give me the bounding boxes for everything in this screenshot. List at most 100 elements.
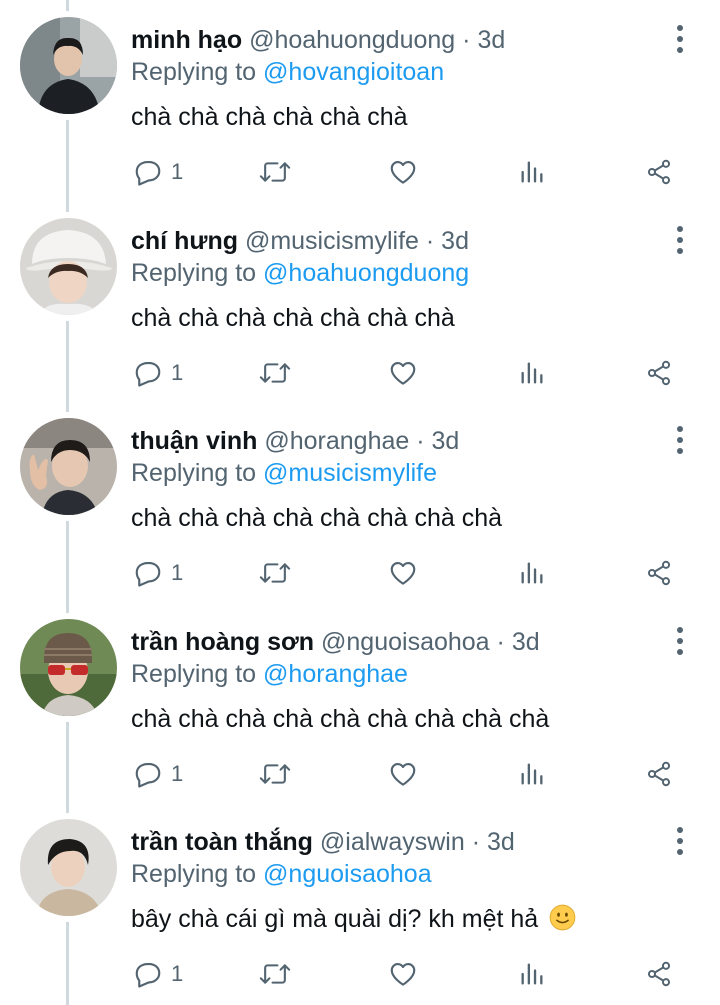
share-button[interactable] xyxy=(645,353,673,393)
reply-bubble-icon xyxy=(135,762,161,788)
reply-button[interactable]: 1 xyxy=(133,152,183,192)
tweet-reply[interactable]: thuận vinh @horanghae · 3d Replying to @… xyxy=(0,401,720,601)
timestamp[interactable]: 3d xyxy=(441,227,469,255)
display-name[interactable]: chí hưng xyxy=(131,227,238,255)
more-options-button[interactable] xyxy=(667,22,693,56)
replying-to-label: Replying to xyxy=(131,860,257,888)
analytics-button[interactable] xyxy=(518,353,546,393)
avatar[interactable] xyxy=(20,218,117,315)
avatar-photo xyxy=(20,819,117,916)
separator-dot: · xyxy=(416,427,425,455)
more-options-button[interactable] xyxy=(667,223,693,257)
reply-bubble-icon xyxy=(135,361,161,387)
like-button[interactable] xyxy=(388,754,418,794)
replying-to-label: Replying to xyxy=(131,259,257,287)
analytics-bars-icon xyxy=(521,161,543,183)
retweet-button[interactable] xyxy=(259,954,291,994)
like-button[interactable] xyxy=(388,954,418,994)
avatar[interactable] xyxy=(20,418,117,515)
mention-link[interactable]: @hovangioitoan xyxy=(263,58,444,86)
tweet-reply[interactable]: minh hạo @hoahuongduong · 3d Replying to… xyxy=(0,0,720,200)
heart-icon xyxy=(390,160,416,184)
like-button[interactable] xyxy=(388,353,418,393)
display-name[interactable]: trần toàn thắng xyxy=(131,828,313,856)
tweet-reply[interactable]: trần toàn thắng @ialwayswin · 3d Replyin… xyxy=(0,802,720,1002)
share-button[interactable] xyxy=(645,754,673,794)
share-icon xyxy=(647,560,671,586)
heart-icon xyxy=(390,962,416,986)
user-handle[interactable]: @horanghae xyxy=(264,427,409,455)
analytics-button[interactable] xyxy=(518,553,546,593)
tweet-header: minh hạo @hoahuongduong · 3d xyxy=(131,22,505,58)
share-icon xyxy=(647,360,671,386)
reply-button[interactable]: 1 xyxy=(133,754,183,794)
share-button[interactable] xyxy=(645,152,673,192)
analytics-bars-icon xyxy=(521,362,543,384)
tweet-header: trần hoàng sơn @nguoisaohoa · 3d xyxy=(131,624,540,660)
reply-count: 1 xyxy=(171,560,184,585)
analytics-button[interactable] xyxy=(518,152,546,192)
user-handle[interactable]: @musicismylife xyxy=(245,227,419,255)
more-options-button[interactable] xyxy=(667,624,693,658)
retweet-button[interactable] xyxy=(259,152,291,192)
replying-to: Replying to @horanghae xyxy=(131,657,408,691)
timestamp[interactable]: 3d xyxy=(432,427,460,455)
display-name[interactable]: trần hoàng sơn xyxy=(131,628,314,656)
reply-button[interactable]: 1 xyxy=(133,954,183,994)
reply-count: 1 xyxy=(171,159,184,184)
more-options-button[interactable] xyxy=(667,824,693,858)
more-vertical-icon xyxy=(677,226,683,232)
mention-link[interactable]: @hoahuongduong xyxy=(263,259,469,287)
retweet-button[interactable] xyxy=(259,553,291,593)
reply-button[interactable]: 1 xyxy=(133,353,183,393)
display-name[interactable]: minh hạo xyxy=(131,26,242,54)
replying-to-label: Replying to xyxy=(131,660,257,688)
tweet-reply[interactable]: trần hoàng sơn @nguoisaohoa · 3d Replyin… xyxy=(0,602,720,802)
avatar-photo xyxy=(20,418,117,515)
analytics-bars-icon xyxy=(521,763,543,785)
analytics-button[interactable] xyxy=(518,954,546,994)
tweet-reply[interactable]: chí hưng @musicismylife · 3d Replying to… xyxy=(0,201,720,401)
display-name[interactable]: thuận vinh xyxy=(131,427,257,455)
user-handle[interactable]: @ialwayswin xyxy=(320,828,465,856)
avatar[interactable] xyxy=(20,17,117,114)
more-vertical-icon xyxy=(677,426,683,432)
retweet-icon xyxy=(259,162,291,182)
share-button[interactable] xyxy=(645,954,673,994)
tweet-text: chà chà chà chà chà chà chà chà chà xyxy=(131,705,550,733)
timestamp[interactable]: 3d xyxy=(512,628,540,656)
tweet-actions: 1 xyxy=(0,152,720,192)
replying-to-label: Replying to xyxy=(131,459,257,487)
user-handle[interactable]: @nguoisaohoa xyxy=(321,628,490,656)
tweet-actions: 1 xyxy=(0,553,720,593)
tweet-header: thuận vinh @horanghae · 3d xyxy=(131,423,459,459)
separator-dot: · xyxy=(425,227,435,255)
more-options-button[interactable] xyxy=(667,423,693,457)
user-handle[interactable]: @hoahuongduong xyxy=(249,26,455,54)
reply-button[interactable]: 1 xyxy=(133,553,183,593)
avatar[interactable] xyxy=(20,619,117,716)
like-button[interactable] xyxy=(388,152,418,192)
replying-to-label: Replying to xyxy=(131,58,257,86)
retweet-button[interactable] xyxy=(259,754,291,794)
analytics-bars-icon xyxy=(521,963,543,985)
replying-to: Replying to @nguoisaohoa xyxy=(131,857,432,891)
heart-icon xyxy=(390,762,416,786)
timestamp[interactable]: 3d xyxy=(477,26,505,54)
retweet-icon xyxy=(259,563,291,583)
timestamp[interactable]: 3d xyxy=(487,828,515,856)
share-icon xyxy=(647,761,671,787)
tweet-actions: 1 xyxy=(0,353,720,393)
mention-link[interactable]: @musicismylife xyxy=(263,459,437,487)
replying-to: Replying to @musicismylife xyxy=(131,456,437,490)
retweet-button[interactable] xyxy=(259,353,291,393)
avatar[interactable] xyxy=(20,819,117,916)
analytics-button[interactable] xyxy=(518,754,546,794)
like-button[interactable] xyxy=(388,553,418,593)
mention-link[interactable]: @nguoisaohoa xyxy=(263,860,432,888)
retweet-icon xyxy=(259,764,291,784)
mention-link[interactable]: @horanghae xyxy=(263,660,408,688)
share-button[interactable] xyxy=(645,553,673,593)
avatar-photo xyxy=(20,619,117,716)
heart-icon xyxy=(390,361,416,385)
